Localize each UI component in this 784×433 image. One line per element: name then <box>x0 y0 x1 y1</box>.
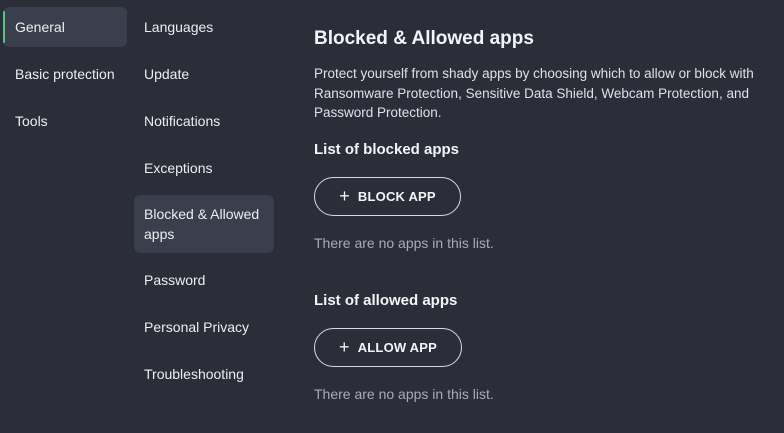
blocked-apps-empty-text: There are no apps in this list. <box>314 234 494 251</box>
subnav-item-personal-privacy[interactable]: Personal Privacy <box>134 307 274 347</box>
primary-nav: General Basic protection Tools <box>3 7 127 148</box>
nav-item-label: General <box>15 19 65 35</box>
block-app-button-label: BLOCK APP <box>357 188 436 204</box>
subnav-item-blocked-allowed-apps[interactable]: Blocked & Allowed apps <box>134 195 274 253</box>
secondary-nav: Languages Update Notifications Exception… <box>134 7 274 401</box>
subnav-item-label: Blocked & Allowed apps <box>144 206 260 242</box>
nav-item-label: Basic protection <box>15 66 115 82</box>
subnav-item-label: Troubleshooting <box>144 366 244 382</box>
subnav-item-languages[interactable]: Languages <box>134 7 274 47</box>
block-app-button[interactable]: + BLOCK APP <box>314 176 461 216</box>
blocked-apps-heading: List of blocked apps <box>314 140 460 158</box>
subnav-item-label: Languages <box>144 19 214 35</box>
plus-icon: + <box>339 186 350 206</box>
main-panel: Blocked & Allowed apps Protect yourself … <box>314 28 779 402</box>
subnav-item-label: Personal Privacy <box>144 319 250 335</box>
subnav-item-label: Notifications <box>144 113 221 129</box>
allowed-apps-heading: List of allowed apps <box>314 291 458 309</box>
subnav-item-label: Exceptions <box>144 160 213 176</box>
allow-app-button[interactable]: + ALLOW APP <box>314 327 462 367</box>
subnav-item-notifications[interactable]: Notifications <box>134 101 274 141</box>
plus-icon: + <box>338 337 350 357</box>
subnav-item-exceptions[interactable]: Exceptions <box>134 148 274 188</box>
subnav-item-label: Password <box>144 272 206 288</box>
allow-app-button-label: ALLOW APP <box>357 339 438 355</box>
allowed-apps-empty-text: There are no apps in this list. <box>314 385 494 402</box>
page-title: Blocked & Allowed apps <box>314 28 534 49</box>
subnav-item-password[interactable]: Password <box>134 260 274 300</box>
subnav-item-update[interactable]: Update <box>134 54 274 94</box>
subnav-item-label: Update <box>144 66 190 82</box>
nav-item-general[interactable]: General <box>3 7 127 47</box>
subnav-item-troubleshooting[interactable]: Troubleshooting <box>134 354 274 394</box>
nav-item-basic-protection[interactable]: Basic protection <box>3 54 127 94</box>
nav-item-label: Tools <box>15 113 48 129</box>
nav-item-tools[interactable]: Tools <box>3 101 127 141</box>
page-description: Protect yourself from shady apps by choo… <box>314 66 754 120</box>
settings-window: General Basic protection Tools Languages… <box>0 0 784 433</box>
